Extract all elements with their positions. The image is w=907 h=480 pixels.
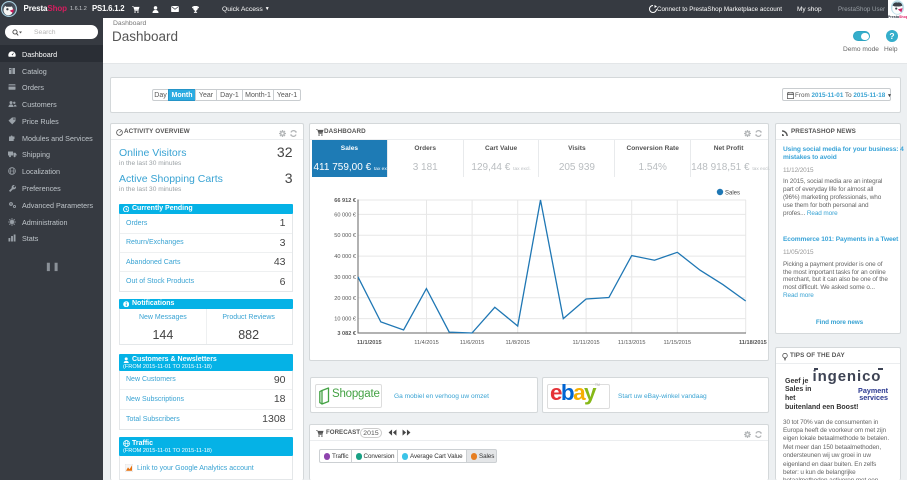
svg-text:60 000 €: 60 000 € — [334, 212, 357, 218]
svg-text:11/11/2015: 11/11/2015 — [573, 340, 600, 346]
svg-text:66 912 €: 66 912 € — [334, 198, 357, 204]
svg-text:11/1/2015: 11/1/2015 — [357, 340, 382, 346]
svg-text:30 000 €: 30 000 € — [334, 275, 357, 281]
svg-text:3 082 €: 3 082 € — [337, 331, 357, 337]
svg-text:11/13/2015: 11/13/2015 — [618, 340, 646, 346]
svg-text:11/15/2015: 11/15/2015 — [664, 340, 692, 346]
svg-text:11/6/2015: 11/6/2015 — [460, 340, 484, 346]
svg-text:20 000 €: 20 000 € — [334, 296, 357, 302]
svg-text:11/8/2015: 11/8/2015 — [505, 340, 529, 346]
svg-text:10 000 €: 10 000 € — [334, 317, 357, 323]
svg-text:11/18/2015: 11/18/2015 — [739, 340, 767, 346]
svg-text:50 000 €: 50 000 € — [334, 233, 357, 239]
svg-text:40 000 €: 40 000 € — [334, 254, 357, 260]
svg-text:Sales: Sales — [725, 191, 740, 197]
svg-text:11/4/2015: 11/4/2015 — [414, 340, 438, 346]
